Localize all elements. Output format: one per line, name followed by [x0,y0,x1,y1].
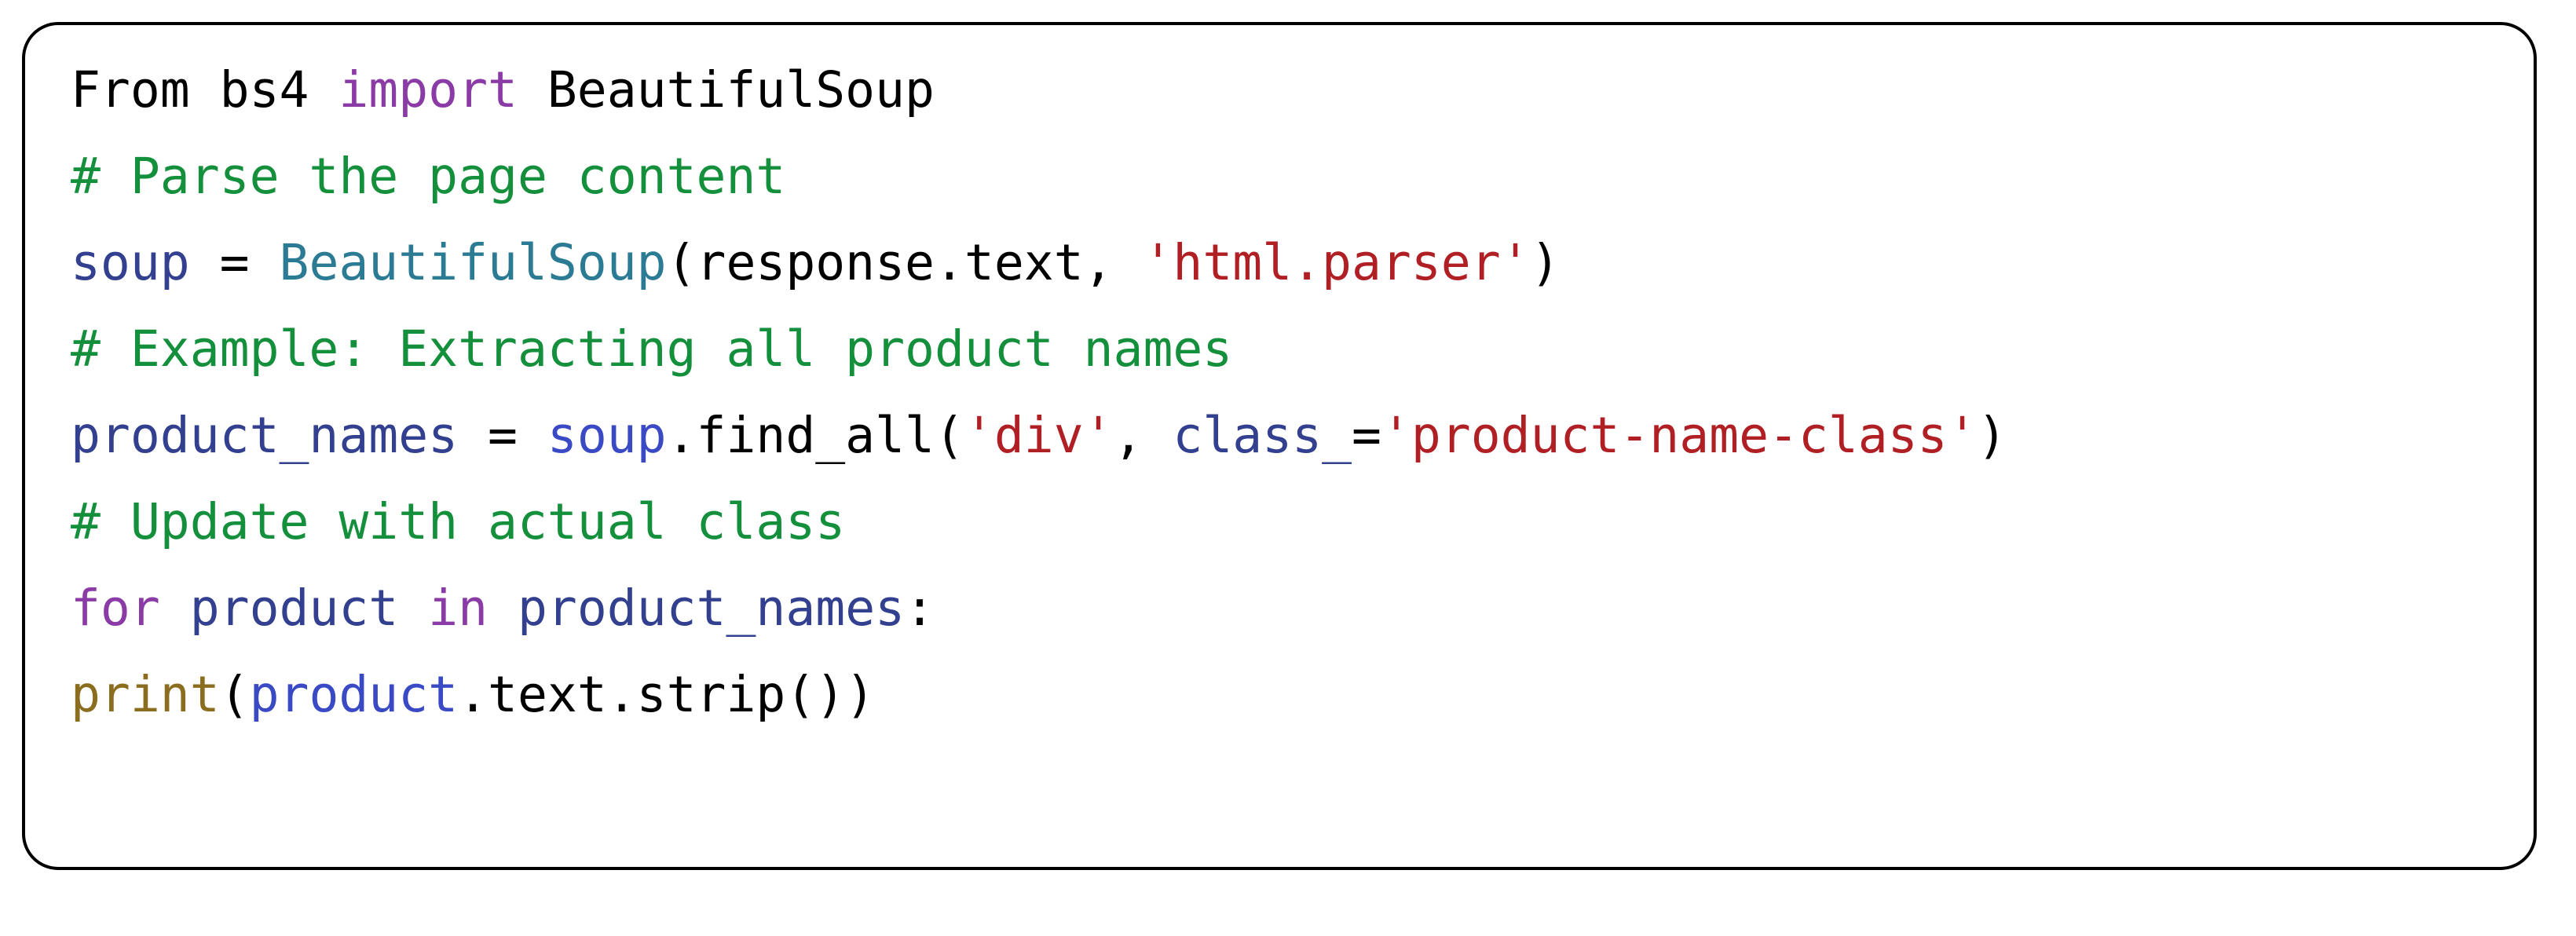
code-token-variable: product_names [71,407,459,464]
code-token-plain: ) [1977,407,2007,464]
code-token-attribute: soup [547,407,667,464]
code-token-comment: # Update with actual class [71,493,846,550]
code-token-plain: : [905,580,935,637]
code-line: for product in product_names: [71,565,2534,652]
code-token-plain: = [189,234,280,291]
code-content[interactable]: From bs4 import BeautifulSoup # Parse the… [71,47,2534,738]
code-line: product_names = soup.find_all('div', cla… [71,393,2534,479]
code-token-plain: , [1113,407,1173,464]
code-token-keyword: for [71,580,160,637]
code-token-plain: .text.strip()) [458,666,876,723]
code-token-keyword: import [338,61,518,119]
code-token-comment: # Parse the page content [71,148,786,205]
code-token-variable: soup [71,234,190,291]
code-token-keyword: in [428,580,488,637]
code-token-plain: = [1352,407,1381,464]
code-token-plain: (response.text, [666,234,1143,291]
code-token-builtin: print [71,666,220,723]
code-token-variable: product [189,580,399,637]
code-token-plain: From bs4 [71,61,339,119]
code-token-plain: ( [219,666,250,723]
code-line: soup = BeautifulSoup(response.text, 'htm… [71,220,2534,306]
code-token-variable: product_names [517,580,906,637]
code-line: # Parse the page content [71,133,2534,220]
code-line: # Example: Extracting all product names [71,306,2534,393]
code-token-plain: .find_all( [666,407,964,464]
code-token-class_name: BeautifulSoup [279,234,667,291]
code-token-comment: # Example: Extracting all product names [71,320,1233,378]
code-token-plain: ) [1530,234,1561,291]
code-line: print(product.text.strip()) [71,652,2534,738]
code-token-plain: BeautifulSoup [517,61,935,119]
code-token-string: 'div' [964,407,1114,464]
code-token-string: 'html.parser' [1143,234,1531,291]
code-token-variable: class_ [1173,407,1352,464]
code-line: From bs4 import BeautifulSoup [71,47,2534,133]
code-line: # Update with actual class [71,479,2534,565]
code-token-attribute: product [249,666,459,723]
code-block-card: From bs4 import BeautifulSoup # Parse the… [22,22,2537,870]
code-token-plain: = [458,407,547,464]
code-token-string: 'product-name-class' [1381,407,1978,464]
